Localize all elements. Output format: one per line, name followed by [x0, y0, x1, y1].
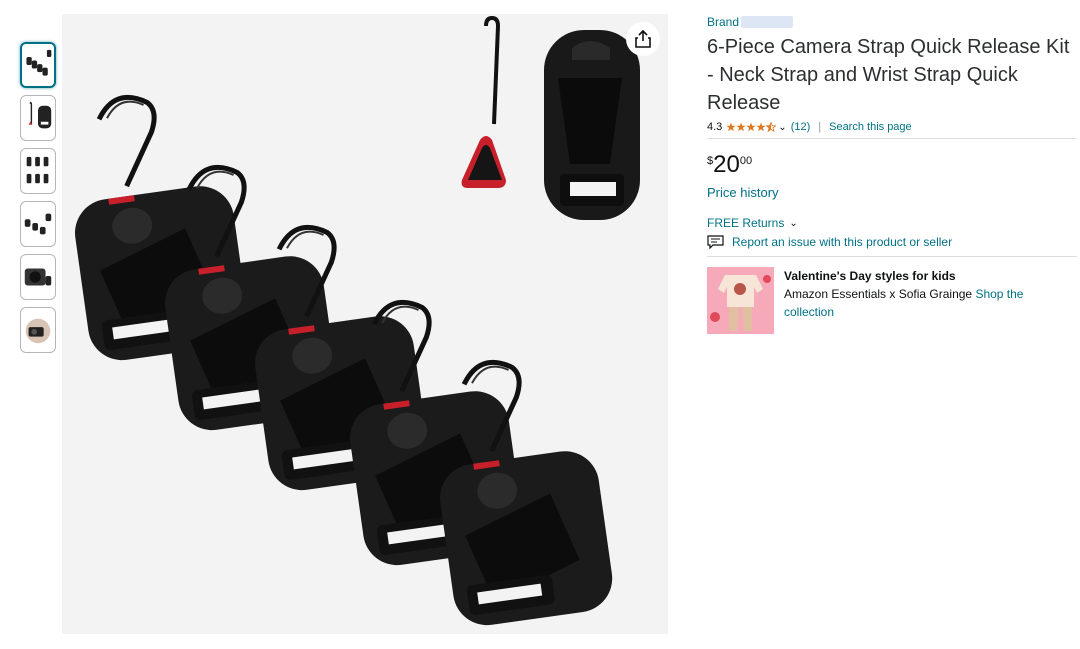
star-icon: [726, 122, 736, 132]
brand-name-redacted: [741, 16, 794, 28]
report-icon: [707, 235, 724, 249]
thumbnail-4[interactable]: [20, 201, 56, 247]
price-fraction: 00: [739, 155, 753, 167]
share-button[interactable]: [626, 22, 660, 56]
rating-value: 4.3: [707, 121, 723, 133]
promo-title: Valentine's Day styles for kids: [784, 269, 956, 283]
star-half-icon: [766, 122, 777, 132]
chevron-down-icon[interactable]: ⌄: [778, 122, 786, 133]
thumbnail-strip: [20, 42, 56, 360]
thumbnail-2[interactable]: [20, 95, 56, 141]
promo-banner: Valentine's Day styles for kids Amazon E…: [707, 267, 1077, 334]
separator: |: [818, 121, 822, 133]
search-this-page-link[interactable]: Search this page: [829, 121, 912, 133]
product-info: Brand 6-Piece Camera Strap Quick Release…: [707, 14, 1077, 334]
brand-row: Brand: [707, 14, 1077, 30]
promo-text: Valentine's Day styles for kids Amazon E…: [784, 267, 1064, 334]
thumbnail-1[interactable]: [20, 42, 56, 88]
product-title: 6-Piece Camera Strap Quick Release Kit -…: [707, 36, 1070, 114]
promo-subtitle: Amazon Essentials x Sofia Grainge: [784, 287, 973, 301]
star-icon: [736, 122, 746, 132]
report-issue-label: Report an issue with this product or sel…: [732, 235, 953, 249]
star-icon: [746, 122, 756, 132]
star-icon: [756, 122, 766, 132]
price-whole: 20: [713, 151, 740, 178]
product-photo: [62, 15, 640, 634]
star-rating[interactable]: [726, 122, 777, 132]
thumbnail-6[interactable]: [20, 307, 56, 353]
rating-row: 4.3 ⌄ (12) | Search this page: [707, 121, 1077, 139]
main-product-image[interactable]: [62, 14, 668, 634]
share-icon: [635, 30, 651, 48]
kids-outfit-image: [707, 267, 774, 334]
thumbnail-3[interactable]: [20, 148, 56, 194]
free-returns-label: FREE Returns: [707, 216, 785, 230]
brand-link[interactable]: Brand: [707, 15, 739, 29]
thumbnail-5[interactable]: [20, 254, 56, 300]
report-issue-link[interactable]: Report an issue with this product or sel…: [707, 235, 1077, 257]
promo-image[interactable]: [707, 267, 774, 334]
review-count-link[interactable]: (12): [791, 121, 811, 133]
price-history-link[interactable]: Price history: [707, 185, 1077, 200]
chevron-down-icon: ⌄: [789, 217, 798, 229]
price: $ 20 00: [707, 153, 1077, 177]
free-returns-link[interactable]: FREE Returns ⌄: [707, 216, 1077, 230]
